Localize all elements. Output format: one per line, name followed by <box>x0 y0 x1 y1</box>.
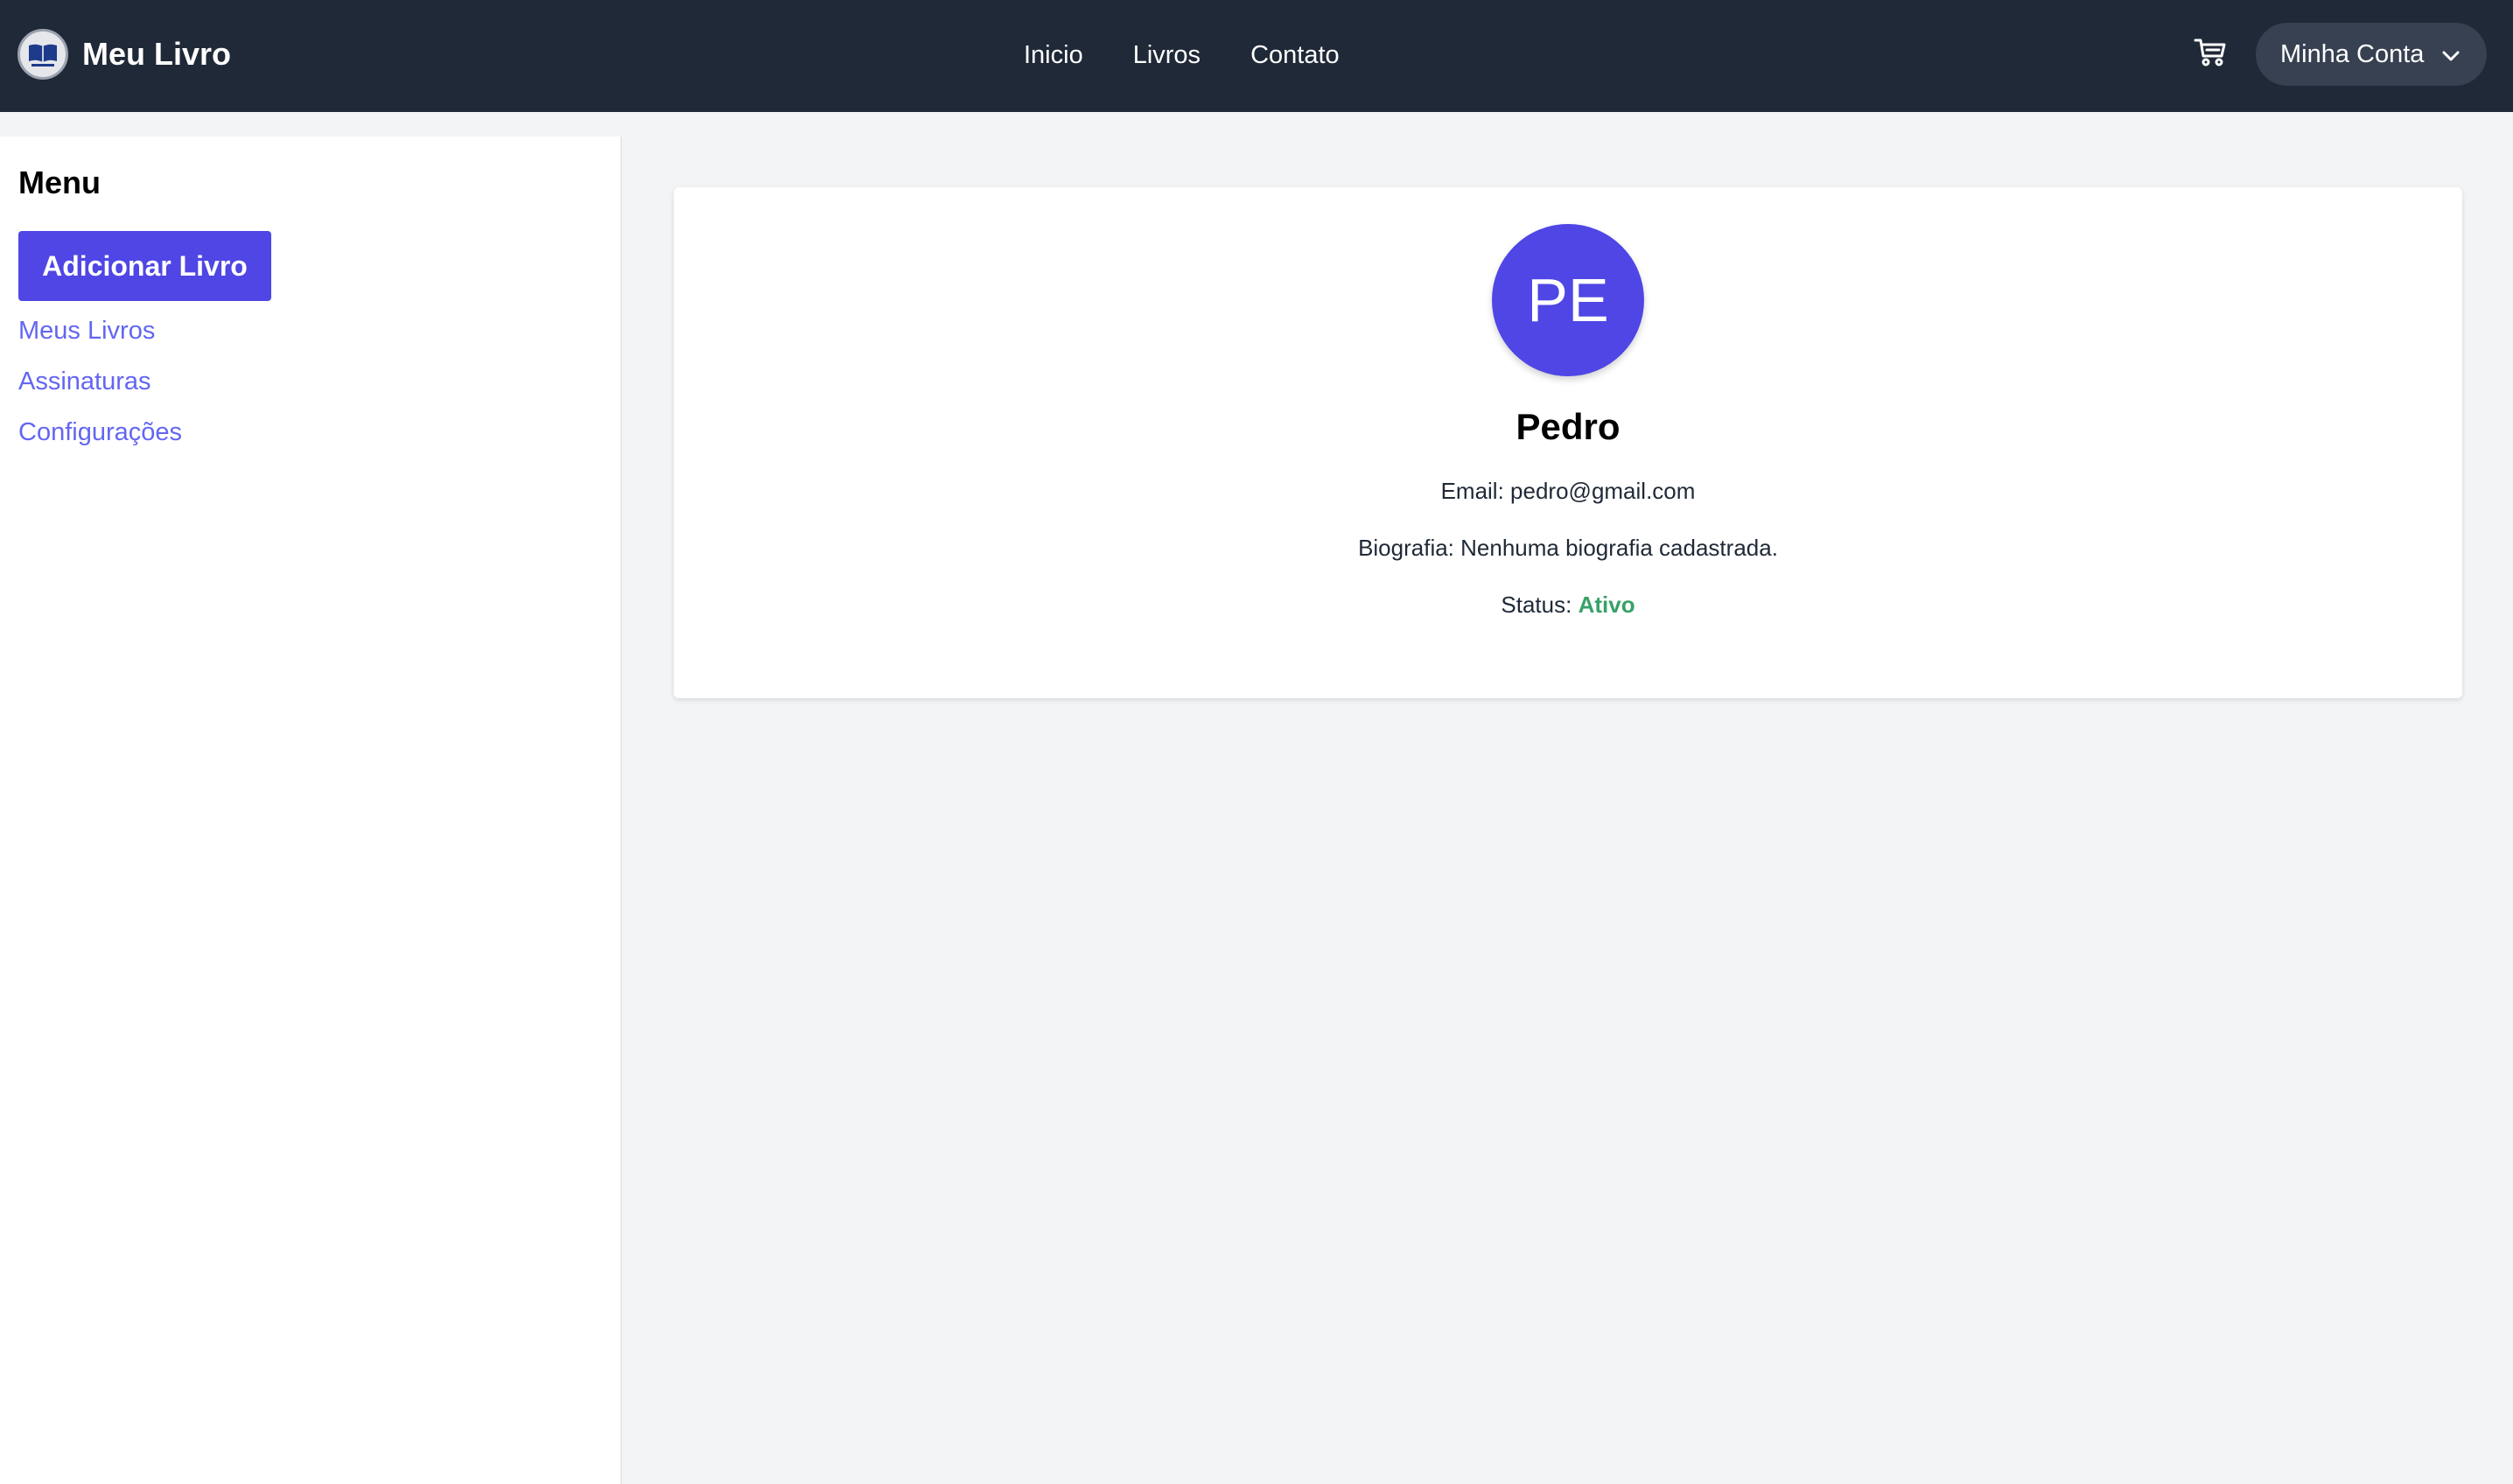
book-logo-icon <box>18 29 68 80</box>
chevron-down-icon <box>2441 40 2460 69</box>
profile-email: Email: pedro@gmail.com <box>674 478 2462 505</box>
profile-status: Status: Ativo <box>674 592 2462 619</box>
avatar: PE <box>1492 224 1644 376</box>
sidebar-link-assinaturas[interactable]: Assinaturas <box>18 368 151 396</box>
profile-name: Pedro <box>1516 406 1620 447</box>
nav-contato[interactable]: Contato <box>1250 41 1340 70</box>
cart-icon[interactable] <box>2190 35 2230 70</box>
profile-card: PE Pedro Email: pedro@gmail.com Biografi… <box>674 187 2462 698</box>
nav-livros[interactable]: Livros <box>1133 41 1200 70</box>
account-label: Minha Conta <box>2280 39 2425 68</box>
brand[interactable]: Meu Livro <box>18 28 231 80</box>
bio-label: Biografia: <box>1358 535 1454 561</box>
top-navbar: Meu Livro Inicio Livros Contato Minha Co… <box>0 0 2513 112</box>
add-book-button[interactable]: Adicionar Livro <box>18 231 271 301</box>
brand-name: Meu Livro <box>82 36 232 72</box>
status-label: Status: <box>1501 592 1572 618</box>
main-nav: Inicio Livros Contato <box>1024 35 1340 75</box>
nav-inicio[interactable]: Inicio <box>1024 41 1083 70</box>
account-menu-button[interactable]: Minha Conta <box>2256 23 2487 86</box>
sidebar-title: Menu <box>18 164 101 200</box>
status-badge: Ativo <box>1578 592 1635 618</box>
profile-bio: Biografia: Nenhuma biografia cadastrada. <box>674 535 2462 562</box>
sidebar-link-configuracoes[interactable]: Configurações <box>18 418 182 447</box>
bio-value: Nenhuma biografia cadastrada. <box>1460 535 1778 561</box>
sidebar-link-meus-livros[interactable]: Meus Livros <box>18 317 155 346</box>
sidebar: Menu Adicionar Livro Meus Livros Assinat… <box>0 136 622 1484</box>
email-value: pedro@gmail.com <box>1510 478 1696 504</box>
email-label: Email: <box>1440 478 1504 504</box>
